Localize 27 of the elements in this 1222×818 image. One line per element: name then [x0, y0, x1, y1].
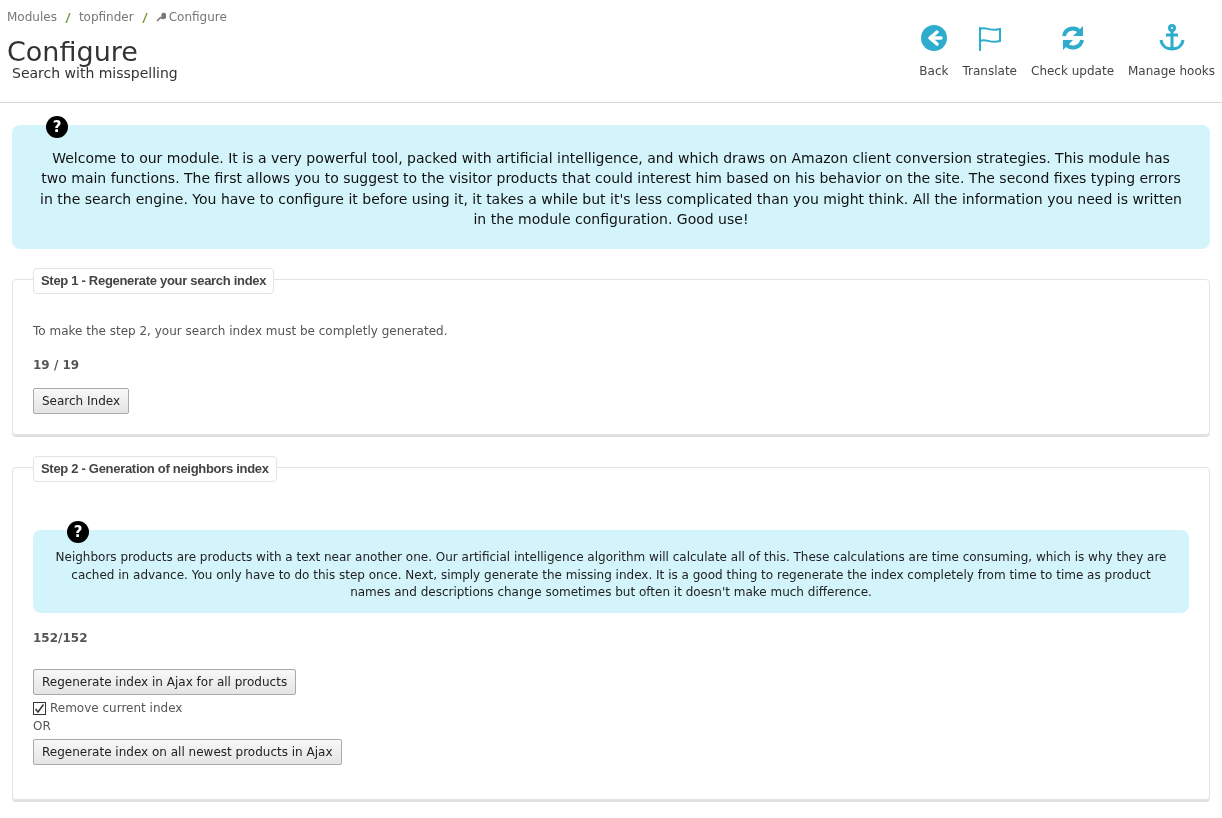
- breadcrumb-link[interactable]: Configure: [168, 8, 227, 26]
- breadcrumb-link[interactable]: Modules: [7, 8, 57, 26]
- anchor-icon: [1157, 24, 1186, 52]
- check-icon: [34, 702, 45, 714]
- toolbar-button[interactable]: Translate: [955, 24, 1024, 80]
- action-button[interactable]: Regenerate index in Ajax for all products: [33, 669, 297, 696]
- info-text: Welcome to our module. It is a very powerful tool, packed with artificial intelligence, and which draws on Amazon client conversion strategies. This module has two main functions. The first allows you to suggest to the visitor products that could interest him based on his behavior on the site. The second fixes typing errors in the search engine. You have to configure it before using it, it takes a while but it's less complicated than you might think. All the information you need is written in the module configuration. Good use!: [40, 150, 1182, 227]
- checkbox-label: Remove current index: [50, 700, 183, 718]
- slash-separator-icon: [141, 12, 148, 23]
- checkbox[interactable]: [33, 701, 46, 715]
- slash-separator-icon: [64, 12, 71, 23]
- info-text: Neighbors products are products with a text near another one. Our artificial intelligence algorithm will calculate all of this. These calculations are time consuming, which is why they are cached in advance. You only have to do this step once. Next, simply generate the missing index. It is a good thing to regenerate the index completely from time to time as product names and descriptions change sometimes but often it doesn't make much difference.: [55, 550, 1167, 599]
- progress-count: 152/152: [33, 630, 89, 648]
- breadcrumb-link[interactable]: topfinder: [78, 8, 134, 26]
- step-legend: Step 2 - Generation of neighbors index: [33, 456, 277, 482]
- page-title: Configure: [7, 38, 139, 65]
- or-separator: OR: [33, 718, 52, 736]
- action-button[interactable]: Search Index: [33, 388, 130, 415]
- step-legend: Step 1 - Regenerate your search index: [33, 268, 275, 294]
- toolbar-button[interactable]: Manage hooks: [1121, 24, 1222, 80]
- step-description: To make the step 2, your search index must be completly generated.: [33, 323, 449, 341]
- help-icon: ?: [46, 116, 68, 138]
- progress-count: 19 / 19: [33, 357, 81, 375]
- help-icon: ?: [67, 521, 89, 544]
- toolbar-button[interactable]: Back: [912, 24, 956, 80]
- action-button[interactable]: Regenerate index on all newest products in Ajax: [33, 739, 342, 766]
- toolbar-button[interactable]: Check update: [1024, 24, 1121, 80]
